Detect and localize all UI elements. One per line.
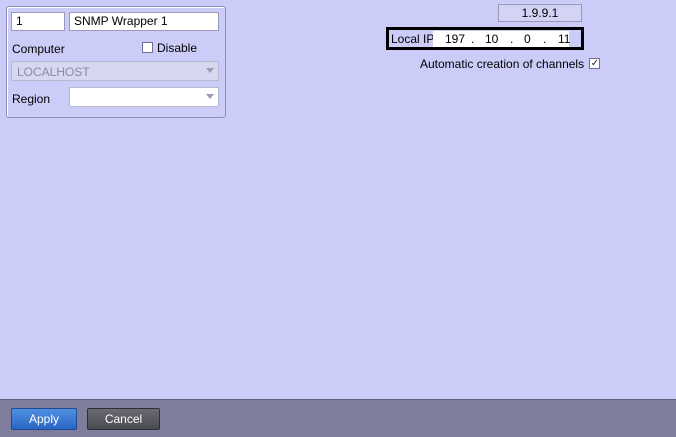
chevron-down-icon xyxy=(206,94,214,99)
computer-label: Computer xyxy=(12,42,65,56)
ip-octet-1[interactable]: 197 xyxy=(445,32,465,46)
apply-button[interactable]: Apply xyxy=(11,408,77,430)
local-ip-group: Local IP 197 . 10 . 0 . 11 xyxy=(386,27,584,50)
checkmark-icon: ✓ xyxy=(590,58,600,70)
local-ip-label: Local IP xyxy=(391,32,435,46)
auto-channels-row: Automatic creation of channels ✓ xyxy=(420,56,601,71)
cancel-button[interactable]: Cancel xyxy=(87,408,160,430)
ip-octet-2[interactable]: 10 xyxy=(485,32,498,46)
ip-separator: . xyxy=(471,32,475,46)
ip-octet-3[interactable]: 0 xyxy=(524,32,531,46)
auto-channels-label: Automatic creation of channels xyxy=(420,56,585,71)
object-id-field[interactable]: 1 xyxy=(11,12,65,31)
ip-octet-4[interactable]: 11 xyxy=(558,32,570,46)
footer-toolbar: Apply Cancel xyxy=(0,399,676,437)
disable-label: Disable xyxy=(157,41,198,55)
chevron-down-icon xyxy=(206,68,214,73)
region-select[interactable] xyxy=(69,87,219,107)
ip-separator: . xyxy=(510,32,514,46)
object-name-field[interactable]: SNMP Wrapper 1 xyxy=(69,12,219,31)
computer-select[interactable]: LOCALHOST xyxy=(11,61,219,81)
version-display: 1.9.9.1 xyxy=(498,4,582,22)
local-ip-input[interactable]: 197 . 10 . 0 . 11 xyxy=(433,31,570,47)
computer-select-value: LOCALHOST xyxy=(17,65,90,79)
disable-checkbox[interactable] xyxy=(142,42,153,53)
auto-channels-checkbox[interactable]: ✓ xyxy=(589,58,601,70)
ip-separator: . xyxy=(543,32,547,46)
object-settings-panel: 1 SNMP Wrapper 1 Computer Disable LOCALH… xyxy=(6,6,226,118)
region-label: Region xyxy=(12,92,51,106)
